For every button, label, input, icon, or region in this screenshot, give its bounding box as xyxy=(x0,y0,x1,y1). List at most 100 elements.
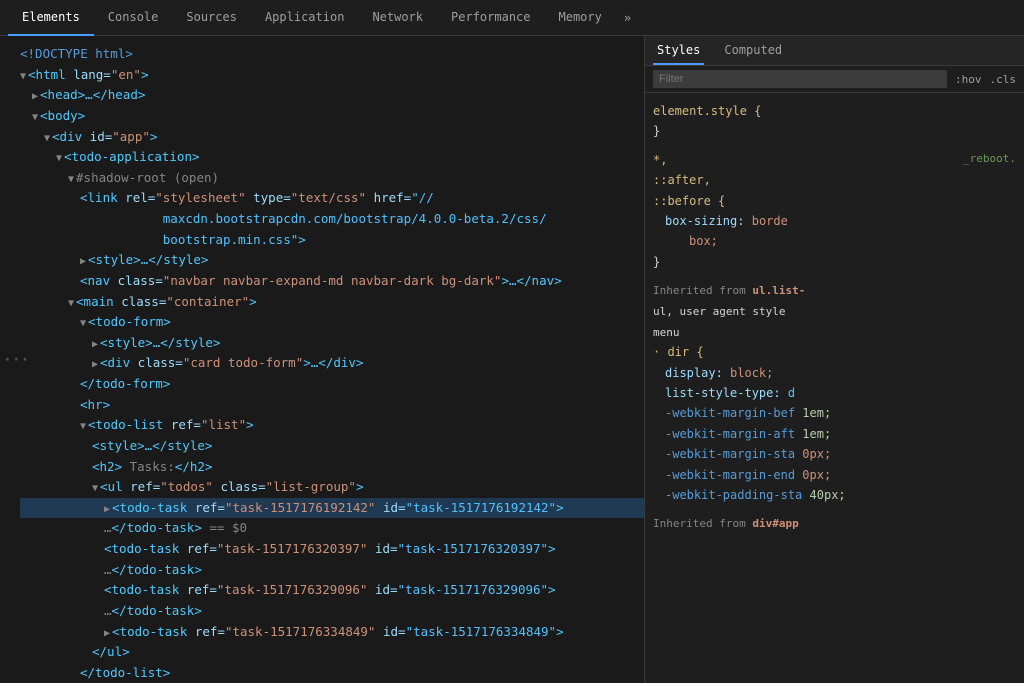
more-tabs-icon: » xyxy=(624,11,631,25)
dom-line: <todo-task ref="task-1517176329096" id="… xyxy=(20,580,644,601)
css-selector: · dir { xyxy=(653,345,704,359)
tab-elements-label: Elements xyxy=(22,10,80,24)
dom-line: <todo-task ref="task-1517176192142" id="… xyxy=(20,498,644,519)
expand-arrow[interactable] xyxy=(20,71,26,82)
css-selector: element.style { xyxy=(653,104,761,118)
tab-performance-label: Performance xyxy=(451,10,530,24)
css-property-line: display: block; xyxy=(653,366,773,380)
inherited-menu: menu xyxy=(653,326,680,339)
dom-line: </ul> xyxy=(20,642,644,663)
dom-line: <hr> xyxy=(20,395,644,416)
css-closing-brace: } xyxy=(653,255,660,269)
dom-panel: ··· <!DOCTYPE html> <html lang="en"> <he… xyxy=(0,36,644,683)
tab-network-label: Network xyxy=(372,10,423,24)
dom-line: <div id="app"> xyxy=(20,127,644,148)
css-selector: ::before { xyxy=(653,194,725,208)
inherited-label-2: Inherited from xyxy=(653,517,752,530)
styles-tab-label: Styles xyxy=(657,43,700,57)
hov-button[interactable]: :hov xyxy=(955,73,982,86)
dom-line: </todo-form> xyxy=(20,374,644,395)
styles-panel: Styles Computed :hov .cls element.style … xyxy=(644,36,1024,683)
expand-arrow[interactable] xyxy=(104,628,110,639)
dom-line: <style>…</style> xyxy=(20,250,644,271)
tab-network[interactable]: Network xyxy=(358,0,437,36)
css-property-line: -webkit-margin-aft 1em; xyxy=(653,427,831,441)
inherited-from-selector: ul.list- xyxy=(752,284,805,297)
expand-arrow[interactable] xyxy=(80,256,86,267)
tab-performance[interactable]: Performance xyxy=(437,0,544,36)
styles-toolbar: Styles Computed xyxy=(645,36,1024,66)
css-inherited-section-2: Inherited from div#app xyxy=(653,513,1016,534)
expand-arrow[interactable] xyxy=(44,133,50,144)
css-property-line: -webkit-padding-sta 40px; xyxy=(653,488,846,502)
css-property-line: -webkit-margin-bef 1em; xyxy=(653,406,831,420)
expand-arrow[interactable] xyxy=(68,298,74,309)
dom-line: <style>…</style> xyxy=(20,333,644,354)
expand-arrow[interactable] xyxy=(80,318,86,329)
dom-line: …</todo-task> == $0 xyxy=(20,518,644,539)
dom-code-area: <!DOCTYPE html> <html lang="en"> <head>…… xyxy=(0,36,644,683)
styles-filter-input[interactable] xyxy=(653,70,947,88)
tab-memory[interactable]: Memory xyxy=(545,0,616,36)
styles-filter-row: :hov .cls xyxy=(645,66,1024,93)
inherited-label: Inherited from xyxy=(653,284,752,297)
css-selector: *, xyxy=(653,153,667,167)
dom-line: <todo-list ref="list"> xyxy=(20,415,644,436)
tab-console-label: Console xyxy=(108,10,159,24)
dom-line: <style>…</style> xyxy=(20,436,644,457)
css-property-line: -webkit-margin-sta 0px; xyxy=(653,447,831,461)
dom-line: <html lang="en"> xyxy=(20,65,644,86)
main-container: ··· <!DOCTYPE html> <html lang="en"> <he… xyxy=(0,36,1024,683)
tab-elements[interactable]: Elements xyxy=(8,0,94,36)
expand-arrow[interactable] xyxy=(92,339,98,350)
dom-line: <head>…</head> xyxy=(20,85,644,106)
css-property-line: list-style-type: d xyxy=(653,386,795,400)
css-closing-brace: } xyxy=(653,124,660,138)
tab-sources-label: Sources xyxy=(186,10,237,24)
css-section-element-style: element.style { } xyxy=(653,101,1016,142)
inherited-agent: ul, user agent style xyxy=(653,305,785,318)
dom-line: <ul ref="todos" class="list-group"> xyxy=(20,477,644,498)
dom-line: <h2> Tasks:</h2> xyxy=(20,457,644,478)
tab-application-label: Application xyxy=(265,10,344,24)
dom-line: <todo-task ref="task-1517176334849" id="… xyxy=(20,622,644,643)
cls-button[interactable]: .cls xyxy=(990,73,1017,86)
expand-arrow[interactable] xyxy=(32,91,38,102)
tab-console[interactable]: Console xyxy=(94,0,173,36)
tab-styles[interactable]: Styles xyxy=(653,37,704,65)
css-section-universal: *, _reboot. ::after, ::before { box-sizi… xyxy=(653,150,1016,272)
tab-computed[interactable]: Computed xyxy=(720,37,786,65)
expand-arrow[interactable] xyxy=(32,112,38,123)
dom-line: <body> xyxy=(20,106,644,127)
dom-line: <todo-task ref="task-1517176320397" id="… xyxy=(20,539,644,560)
more-tabs-button[interactable]: » xyxy=(616,3,639,33)
dom-line: <nav class="navbar navbar-expand-md navb… xyxy=(20,271,644,292)
dom-line: <link rel="stylesheet" type="text/css" h… xyxy=(20,188,644,250)
dom-line: <main class="container"> xyxy=(20,292,644,313)
styles-content: element.style { } *, _reboot. ::after, :… xyxy=(645,93,1024,683)
expand-arrow[interactable] xyxy=(80,421,86,432)
computed-tab-label: Computed xyxy=(724,43,782,57)
expand-arrow[interactable] xyxy=(56,153,62,164)
expand-arrow[interactable] xyxy=(92,359,98,370)
css-inherited-section: Inherited from ul.list- ul, user agent s… xyxy=(653,280,1016,505)
dom-line: #shadow-root (open) xyxy=(20,168,644,189)
dom-line: </todo-list> xyxy=(20,663,644,683)
dom-line: …</todo-task> xyxy=(20,601,644,622)
dom-line: <todo-form> xyxy=(20,312,644,333)
inherited-from-selector-2: div#app xyxy=(752,517,798,530)
css-property-line: box-sizing: borde box; xyxy=(653,214,788,248)
devtools-toolbar: Elements Console Sources Application Net… xyxy=(0,0,1024,36)
tab-application[interactable]: Application xyxy=(251,0,358,36)
css-selector: ::after, xyxy=(653,173,711,187)
dom-line: …</todo-task> xyxy=(20,560,644,581)
css-source: _reboot. xyxy=(963,150,1016,169)
dom-line: <todo-application> xyxy=(20,147,644,168)
dom-line: <div class="card todo-form">…</div> xyxy=(20,353,644,374)
dom-line: <!DOCTYPE html> xyxy=(20,44,644,65)
expand-arrow[interactable] xyxy=(68,174,74,185)
expand-arrow[interactable] xyxy=(92,483,98,494)
tab-sources[interactable]: Sources xyxy=(172,0,251,36)
expand-arrow[interactable] xyxy=(104,504,110,515)
css-property-line: -webkit-margin-end 0px; xyxy=(653,468,831,482)
